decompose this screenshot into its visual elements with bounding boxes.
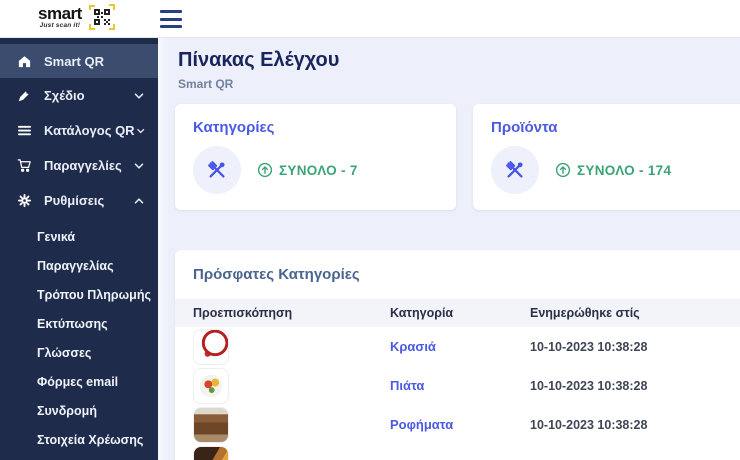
updated-timestamp: 10-10-2023 10:38:28: [530, 339, 648, 354]
home-icon: [16, 53, 32, 69]
qr-code-icon: [88, 4, 115, 30]
stat-card-title: Κατηγορίες: [193, 119, 275, 136]
utensils-icon: [193, 146, 241, 194]
total-label: ΣΥΝΟΛΟ - 174: [577, 162, 672, 178]
submenu-item-billing-details[interactable]: Στοιχεία Χρέωσης: [0, 425, 158, 454]
chevron-down-icon: [134, 162, 144, 169]
brand-logo[interactable]: smart Just scan it!: [38, 4, 115, 30]
column-header-updated: Ενημερώθηκε στίς: [530, 306, 640, 320]
category-thumbnail-wine: [193, 328, 229, 365]
stat-card-title: Προϊόντα: [491, 119, 558, 136]
category-link[interactable]: Κρασιά: [390, 339, 436, 354]
recent-categories-panel: Πρόσφατες Κατηγορίες Προεπισκόπηση Κατηγ…: [175, 250, 740, 460]
pen-icon: [16, 88, 32, 104]
category-thumbnail-plate: [193, 367, 229, 404]
sidebar-item-label: Ρυθμίσεις: [44, 193, 105, 208]
sidebar-item-label: Κατάλογος QR: [44, 123, 135, 138]
page-title: Πίνακας Ελέγχου: [178, 49, 340, 71]
table-header-row: Προεπισκόπηση Κατηγορία Ενημερώθηκε στίς: [175, 299, 740, 327]
list-icon: [16, 123, 32, 139]
submenu-item-languages[interactable]: Γλώσσες: [0, 338, 158, 367]
category-thumbnail-drinks: [193, 406, 229, 443]
submenu-item-general[interactable]: Γενικά: [0, 222, 158, 251]
submenu-item-printing[interactable]: Εκτύπωσης: [0, 309, 158, 338]
app-window: smart Just scan it! Smart QR Σχέδιο Κατά…: [0, 0, 740, 460]
gear-icon: [16, 193, 32, 209]
sidebar-item-settings[interactable]: Ρυθμίσεις: [0, 183, 158, 218]
chevron-up-icon: [134, 197, 144, 204]
table-row: Κρασιά 10-10-2023 10:38:28: [175, 327, 740, 366]
brand-text: smart Just scan it!: [38, 5, 82, 30]
utensils-icon: [491, 146, 539, 194]
total-count: ΣΥΝΟΛΟ - 174: [555, 162, 671, 178]
submenu-item-order[interactable]: Παραγγελίας: [0, 251, 158, 280]
category-link[interactable]: Πιάτα: [390, 378, 424, 393]
category-thumbnail-food: [193, 445, 229, 460]
main-content: Πίνακας Ελέγχου Smart QR Κατηγορίες ΣΥΝΟ…: [158, 38, 740, 460]
settings-submenu: Γενικά Παραγγελίας Τρόπου Πληρωμής Εκτύπ…: [0, 222, 158, 454]
sidebar-item-smart-qr[interactable]: Smart QR: [0, 44, 158, 78]
sidebar-item-orders[interactable]: Παραγγελίες: [0, 148, 158, 183]
table-row: Ροφήματα 10-10-2023 10:38:28: [175, 405, 740, 444]
panel-title: Πρόσφατες Κατηγορίες: [193, 266, 360, 283]
submenu-item-subscription[interactable]: Συνδρομή: [0, 396, 158, 425]
stat-card-products: Προϊόντα ΣΥΝΟΛΟ - 174: [473, 104, 740, 210]
brand-name: smart: [38, 3, 82, 23]
category-link[interactable]: Ροφήματα: [390, 417, 453, 432]
column-header-category: Κατηγορία: [390, 306, 454, 320]
updated-timestamp: 10-10-2023 10:38:28: [530, 378, 648, 393]
sidebar-item-catalog-qr[interactable]: Κατάλογος QR: [0, 113, 158, 148]
sidebar-nav: Smart QR Σχέδιο Κατάλογος QR Παραγγελίες: [0, 38, 158, 460]
top-header: smart Just scan it!: [0, 0, 740, 38]
cart-icon: [16, 158, 32, 174]
column-header-preview: Προεπισκόπηση: [193, 306, 293, 320]
brand-tagline: Just scan it!: [39, 21, 81, 29]
menu-toggle-button[interactable]: [160, 9, 184, 29]
submenu-item-payment-method[interactable]: Τρόπου Πληρωμής: [0, 280, 158, 309]
total-label: ΣΥΝΟΛΟ - 7: [279, 162, 358, 178]
sidebar-item-label: Smart QR: [44, 53, 104, 69]
stat-card-categories: Κατηγορίες ΣΥΝΟΛΟ - 7: [175, 104, 456, 210]
page-subtitle: Smart QR: [178, 77, 234, 91]
sidebar-item-design[interactable]: Σχέδιο: [0, 78, 158, 113]
total-count: ΣΥΝΟΛΟ - 7: [257, 162, 358, 178]
sidebar-item-label: Παραγγελίες: [44, 158, 122, 173]
updated-timestamp: 10-10-2023 10:38:28: [530, 417, 648, 432]
chevron-down-icon: [136, 128, 144, 133]
submenu-item-email-forms[interactable]: Φόρμες email: [0, 367, 158, 396]
sidebar-item-label: Σχέδιο: [44, 88, 85, 103]
chevron-down-icon: [134, 92, 144, 99]
arrow-up-circle-icon: [257, 162, 273, 178]
table-row: [175, 444, 740, 460]
arrow-up-circle-icon: [555, 162, 571, 178]
table-row: Πιάτα 10-10-2023 10:38:28: [175, 366, 740, 405]
